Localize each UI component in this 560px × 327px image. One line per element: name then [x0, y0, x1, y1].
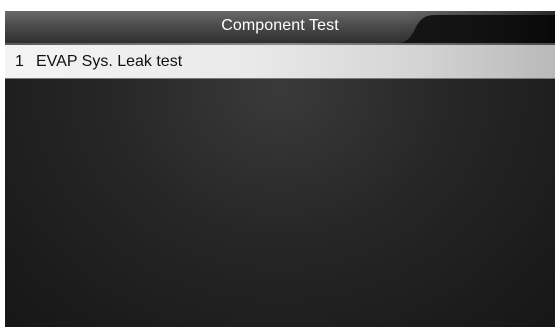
page-title: Component Test — [221, 17, 339, 34]
scanner-screen: Component Test 1 EVAP Sys. Leak test — [5, 11, 555, 327]
list-item-evap-leak-test[interactable]: 1 EVAP Sys. Leak test — [5, 45, 555, 79]
list-item-label: EVAP Sys. Leak test — [36, 53, 183, 70]
component-test-list: 1 EVAP Sys. Leak test — [5, 45, 555, 79]
title-bar: Component Test — [5, 11, 555, 43]
list-item-index: 1 — [15, 53, 24, 70]
